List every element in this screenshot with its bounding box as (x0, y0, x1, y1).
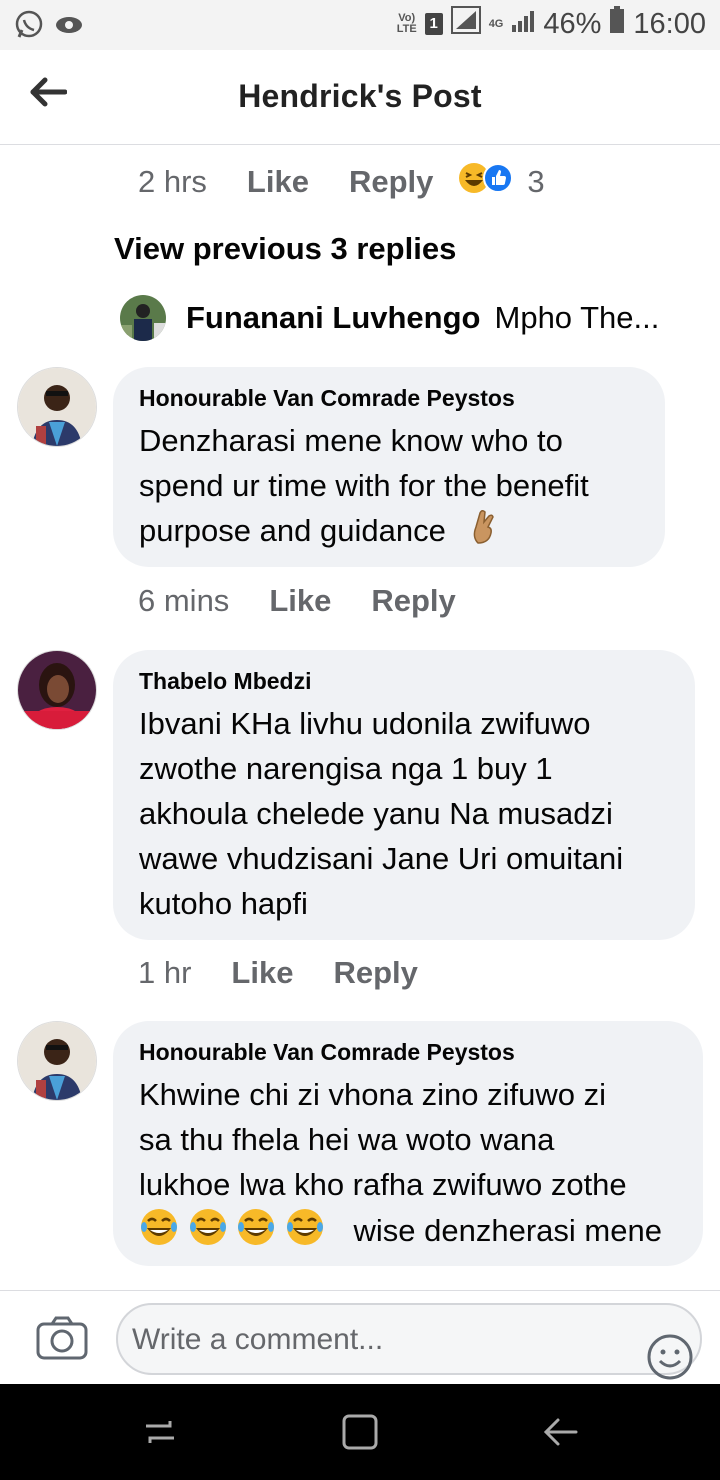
comment-meta: 6 mins Like Reply (138, 583, 456, 619)
comment-bubble[interactable]: Honourable Van Comrade Peystos Khwine ch… (113, 1021, 703, 1266)
comment-line: akhoula chelede yanu Na musadzi (139, 796, 613, 831)
comment-input[interactable]: Write a comment... (116, 1303, 702, 1380)
comment-line: sa thu fhela hei wa woto wana (139, 1122, 555, 1157)
laughing-emoji-icon (236, 1207, 276, 1259)
sim-indicator: 1 (424, 13, 443, 35)
like-button[interactable]: Like (269, 583, 331, 619)
like-button[interactable]: Like (247, 164, 309, 200)
comment-meta: 2 hrs Like Reply 3 (138, 161, 545, 203)
reaction-count: 3 (527, 164, 545, 199)
back-nav-button[interactable] (540, 1412, 580, 1452)
comments-feed[interactable]: 2 hrs Like Reply 3 View previous 3 repli… (0, 145, 720, 1290)
reply-preview[interactable]: Funanani Luvhengo Mpho The... (120, 295, 680, 341)
home-icon (340, 1414, 380, 1456)
reply-author[interactable]: Funanani Luvhengo (186, 300, 481, 336)
comment-line: lukhoe lwa kho rafha zwifuwo zothe (139, 1167, 627, 1202)
comment-meta: 1 hr Like Reply (138, 955, 418, 991)
camera-button[interactable] (36, 1315, 88, 1361)
reply-button[interactable]: Reply (371, 583, 455, 619)
comment-placeholder: Write a comment... (132, 1323, 384, 1356)
laughing-emoji-icon (188, 1207, 228, 1259)
clock: 16:00 (633, 7, 706, 40)
reply-button[interactable]: Reply (333, 955, 417, 991)
header: Hendrick's Post (0, 50, 720, 145)
comment-text: Denzharasi mene know who to spend ur tim… (139, 418, 639, 557)
comment-line: zwothe narengisa nga 1 buy 1 (139, 751, 553, 786)
comment-time: 2 hrs (138, 164, 207, 199)
avatar[interactable] (17, 650, 97, 730)
comment-author[interactable]: Thabelo Mbedzi (139, 668, 669, 695)
crossed-fingers-icon (470, 509, 498, 557)
back-nav-icon (540, 1418, 580, 1456)
page-title: Hendrick's Post (238, 78, 482, 114)
comment-line: spend ur time with for the benefit (139, 468, 589, 503)
comment-line: purpose and guidance (139, 508, 639, 557)
network-indicator: 4G (488, 17, 504, 30)
navigation-bar (0, 1384, 720, 1480)
signal-icon (450, 6, 481, 42)
battery-icon (609, 6, 625, 42)
comment-text: Khwine chi zi vhona zino zifuwo zi sa th… (139, 1072, 677, 1259)
recent-apps-icon (140, 1421, 180, 1456)
comment-bubble[interactable]: Thabelo Mbedzi Ibvani KHa livhu udonila … (113, 650, 695, 940)
status-bar: Vo) LTE 1 4G 46% 16:00 (0, 0, 720, 50)
comment-bubble[interactable]: Honourable Van Comrade Peystos Denzharas… (113, 367, 665, 567)
comment-line: kutoho hapfi (139, 886, 308, 921)
whatsapp-icon (14, 10, 44, 45)
avatar[interactable] (120, 295, 166, 341)
comment-line: Khwine chi zi vhona zino zifuwo zi (139, 1077, 606, 1112)
comment-time: 6 mins (138, 583, 230, 618)
comment-time: 1 hr (138, 955, 192, 990)
comment-line: Denzharasi mene know who to (139, 423, 563, 458)
reply-button[interactable]: Reply (349, 164, 433, 200)
volte-indicator: Vo) LTE (396, 12, 417, 35)
reply-text: Mpho The... (494, 300, 660, 335)
comment-line: wise denzherasi mene (139, 1207, 677, 1259)
emoji-button[interactable] (632, 1315, 693, 1380)
comment-line: wawe vhudzisani Jane Uri omuitani (139, 841, 624, 876)
avatar[interactable] (17, 1021, 97, 1101)
avatar[interactable] (17, 367, 97, 447)
like-reaction-icon (483, 163, 514, 201)
view-previous-replies[interactable]: View previous 3 replies (114, 231, 456, 267)
home-button[interactable] (340, 1412, 380, 1452)
comment-line: Ibvani KHa livhu udonila zwifuwo (139, 706, 591, 741)
comment-author[interactable]: Honourable Van Comrade Peystos (139, 1039, 677, 1066)
laughing-emoji-icon (285, 1207, 325, 1259)
comment-composer: Write a comment... (0, 1290, 720, 1385)
reactions[interactable]: 3 (457, 161, 545, 203)
smiley-icon (646, 1333, 694, 1389)
comment-author[interactable]: Honourable Van Comrade Peystos (139, 385, 639, 412)
like-button[interactable]: Like (231, 955, 293, 991)
signal-bars-icon (511, 8, 535, 41)
battery-percent: 46% (543, 7, 602, 40)
camera-icon (36, 1316, 88, 1365)
laughing-emoji-icon (139, 1207, 179, 1259)
recent-apps-button[interactable] (140, 1412, 180, 1452)
comment-text: Ibvani KHa livhu udonila zwifuwo zwothe … (139, 701, 669, 926)
eye-icon (54, 14, 84, 41)
